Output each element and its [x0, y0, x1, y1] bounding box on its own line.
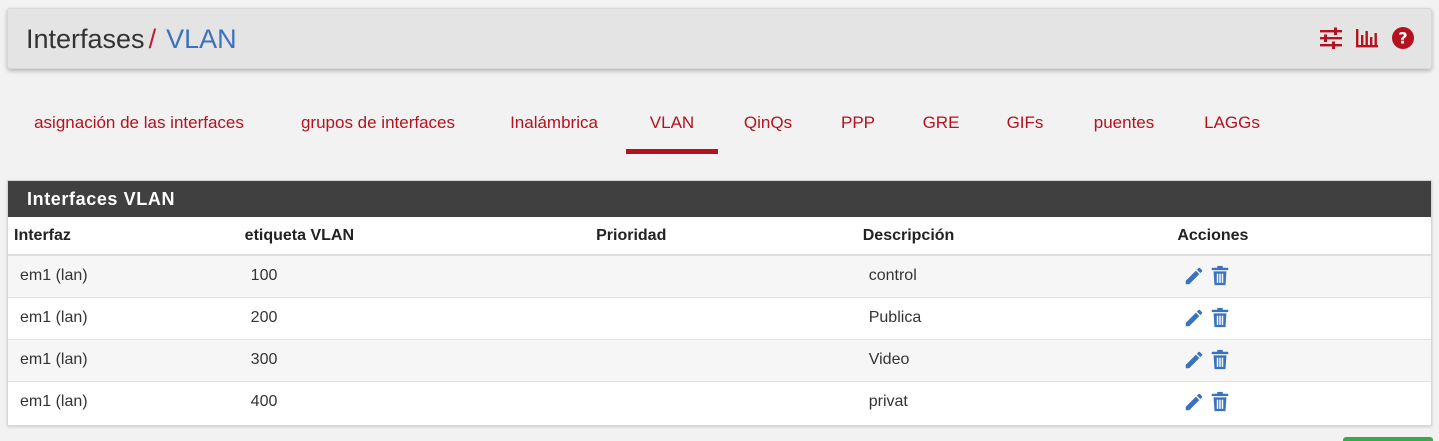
table-row: em1 (lan) 100 control	[8, 254, 1431, 297]
delete-trash-icon[interactable]	[1209, 349, 1231, 371]
cell-priority	[590, 296, 857, 339]
tab-ppp[interactable]: PPP	[832, 96, 884, 154]
cell-priority	[590, 254, 857, 297]
table-header-row: Interfaz etiqueta VLAN Prioridad Descrip…	[8, 217, 1431, 256]
cell-description: Video	[856, 338, 1172, 381]
column-header-actions: Acciones	[1171, 217, 1431, 256]
tab-asignacion[interactable]: asignación de las interfaces	[20, 96, 258, 154]
edit-pencil-icon[interactable]	[1183, 307, 1205, 329]
help-icon[interactable]: ?	[1391, 26, 1415, 50]
breadcrumb-root[interactable]: Interfases	[26, 24, 145, 54]
tab-bar: asignación de las interfaces grupos de i…	[0, 96, 1439, 156]
add-button[interactable]	[1343, 437, 1433, 441]
bar-chart-icon[interactable]	[1355, 26, 1379, 50]
cell-tag: 400	[238, 380, 591, 423]
edit-pencil-icon[interactable]	[1183, 349, 1205, 371]
column-header-interfaz[interactable]: Interfaz	[8, 217, 239, 256]
vlan-table: Interfaz etiqueta VLAN Prioridad Descrip…	[8, 217, 1431, 423]
panel-title: Interfaces VLAN	[8, 181, 1431, 217]
tab-inalambrica[interactable]: Inalámbrica	[498, 96, 610, 154]
cell-priority	[590, 338, 857, 381]
cell-description: Publica	[856, 296, 1172, 339]
cell-interface: em1 (lan)	[8, 338, 239, 381]
tab-gifs[interactable]: GIFs	[996, 96, 1054, 154]
page-header: Interfases / VLAN ?	[7, 8, 1432, 69]
tab-grupos[interactable]: grupos de interfaces	[288, 96, 468, 154]
cell-tag: 100	[238, 254, 591, 297]
breadcrumb-current[interactable]: VLAN	[166, 24, 237, 54]
cell-actions	[1171, 296, 1431, 339]
table-row: em1 (lan) 300 Video	[8, 338, 1431, 381]
table-row: em1 (lan) 200 Publica	[8, 296, 1431, 339]
column-header-priority[interactable]: Prioridad	[590, 217, 857, 256]
delete-trash-icon[interactable]	[1209, 307, 1231, 329]
breadcrumb-separator: /	[148, 24, 157, 54]
tab-puentes[interactable]: puentes	[1084, 96, 1164, 154]
cell-actions	[1171, 380, 1431, 423]
cell-actions	[1171, 338, 1431, 381]
svg-text:?: ?	[1398, 29, 1407, 48]
cell-tag: 200	[238, 296, 591, 339]
cell-description: privat	[856, 380, 1172, 423]
cell-tag: 300	[238, 338, 591, 381]
tab-gre[interactable]: GRE	[914, 96, 968, 154]
breadcrumb: Interfases / VLAN	[26, 23, 237, 55]
cell-description: control	[856, 254, 1172, 297]
cell-interface: em1 (lan)	[8, 296, 239, 339]
delete-trash-icon[interactable]	[1209, 265, 1231, 287]
sliders-icon[interactable]	[1319, 26, 1343, 50]
tab-qinqs[interactable]: QinQs	[734, 96, 802, 154]
delete-trash-icon[interactable]	[1209, 391, 1231, 413]
table-row: em1 (lan) 400 privat	[8, 380, 1431, 423]
cell-priority	[590, 380, 857, 423]
edit-pencil-icon[interactable]	[1183, 391, 1205, 413]
column-header-description[interactable]: Descripción	[856, 217, 1172, 256]
header-icons: ?	[1319, 26, 1415, 50]
column-header-tag[interactable]: etiqueta VLAN	[238, 217, 591, 256]
tab-vlan[interactable]: VLAN	[626, 96, 718, 154]
cell-actions	[1171, 254, 1431, 297]
tab-laggs[interactable]: LAGGs	[1196, 96, 1268, 154]
vlan-panel: Interfaces VLAN Interfaz etiqueta VLAN P…	[7, 180, 1432, 426]
cell-interface: em1 (lan)	[8, 254, 239, 297]
edit-pencil-icon[interactable]	[1183, 265, 1205, 287]
cell-interface: em1 (lan)	[8, 380, 239, 423]
